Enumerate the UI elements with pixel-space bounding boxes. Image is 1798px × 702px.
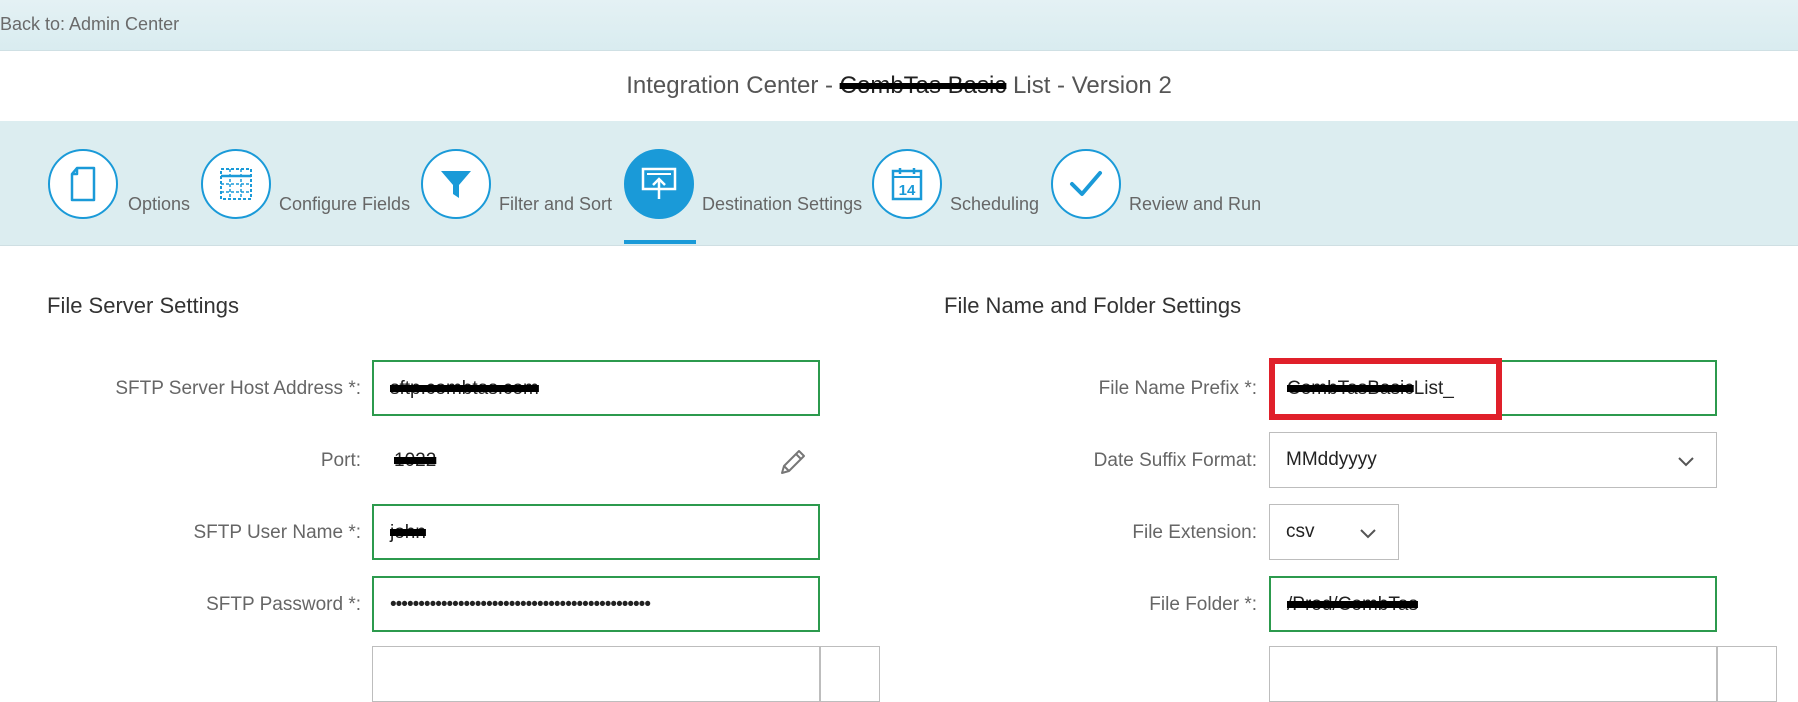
sftp-host-input[interactable]: sftp.combtas.com — [372, 360, 820, 416]
wizard-steps: Options Configure Fields Filter and Sort — [0, 121, 1798, 246]
port-value: 1022 — [394, 450, 437, 471]
upload-screen-icon — [641, 167, 677, 199]
file-folder-input[interactable]: /Prod/CombTas — [1269, 576, 1717, 632]
file-server-settings-title: File Server Settings — [47, 293, 239, 318]
sftp-user-value: john — [390, 522, 426, 543]
step-configure-fields[interactable]: Configure Fields — [201, 121, 411, 245]
file-folder-label: File Folder *: — [1149, 594, 1257, 615]
active-step-indicator — [624, 240, 696, 244]
date-suffix-format-select[interactable]: MMddyyyy — [1269, 432, 1717, 488]
step-scheduling-circle[interactable]: 14 — [872, 149, 942, 219]
date-suffix-format-label: Date Suffix Format: — [1093, 450, 1257, 471]
step-review-and-run-label: Review and Run — [1129, 194, 1262, 214]
step-destination-settings-label: Destination Settings — [702, 194, 863, 214]
sftp-password-label: SFTP Password *: — [206, 594, 361, 615]
next-field-input[interactable] — [372, 646, 820, 702]
step-options-circle[interactable] — [48, 149, 118, 219]
sftp-host-label: SFTP Server Host Address *: — [115, 378, 361, 399]
page-title-suffix: List - Version 2 — [1006, 72, 1172, 99]
sftp-user-label: SFTP User Name *: — [193, 522, 361, 543]
page-title-redacted: CombTas Basic — [839, 72, 1007, 99]
step-scheduling-label: Scheduling — [950, 194, 1040, 214]
port-label: Port: — [320, 450, 361, 471]
file-folder-value: /Prod/CombTas — [1287, 594, 1418, 615]
step-destination-settings[interactable]: Destination Settings — [624, 121, 864, 245]
next-field-button[interactable] — [820, 646, 880, 702]
calendar-icon: 14 — [891, 168, 923, 201]
file-extension-value: csv — [1286, 521, 1315, 542]
document-icon — [70, 166, 96, 202]
file-extension-select[interactable]: csv — [1269, 504, 1399, 560]
step-filter-and-sort[interactable]: Filter and Sort — [421, 121, 616, 245]
next-right-field-button[interactable] — [1717, 646, 1777, 702]
title-bar: Integration Center - CombTas Basic List … — [0, 51, 1798, 121]
step-review-and-run-circle[interactable] — [1051, 149, 1121, 219]
red-highlight-box — [1269, 358, 1502, 420]
grid-icon — [220, 168, 252, 200]
file-extension-label: File Extension: — [1132, 522, 1257, 543]
step-options[interactable]: Options — [48, 121, 198, 245]
step-options-label: Options — [128, 194, 191, 214]
chevron-down-icon[interactable] — [1358, 523, 1378, 543]
sftp-user-input[interactable]: john — [372, 504, 820, 560]
step-filter-and-sort-label: Filter and Sort — [499, 194, 613, 214]
page-title: Integration Center - CombTas Basic List … — [0, 72, 1798, 100]
date-suffix-format-value: MMddyyyy — [1286, 449, 1377, 470]
step-configure-fields-circle[interactable] — [201, 149, 271, 219]
file-name-prefix-label: File Name Prefix *: — [1098, 378, 1257, 399]
step-review-and-run[interactable]: Review and Run — [1051, 121, 1266, 245]
filter-icon — [441, 171, 471, 198]
sftp-password-value: ••••••••••••••••••••••••••••••••••••••••… — [390, 594, 651, 615]
port-field: 1022 — [372, 432, 820, 488]
sftp-host-value: sftp.combtas.com — [390, 378, 539, 399]
step-configure-fields-label: Configure Fields — [279, 194, 411, 214]
pencil-edit-icon[interactable] — [778, 447, 808, 477]
next-right-field-input[interactable] — [1269, 646, 1717, 702]
calendar-day-number: 14 — [899, 182, 916, 199]
top-navigation-bar: Back to: Admin Center — [0, 0, 1798, 51]
sftp-password-input[interactable]: ••••••••••••••••••••••••••••••••••••••••… — [372, 576, 820, 632]
page-title-prefix: Integration Center - — [626, 72, 840, 99]
checkmark-icon — [1070, 171, 1102, 196]
file-name-folder-settings-title: File Name and Folder Settings — [944, 293, 1242, 318]
step-scheduling[interactable]: 14 Scheduling — [872, 121, 1047, 245]
step-destination-settings-circle[interactable] — [624, 149, 694, 219]
chevron-down-icon[interactable] — [1676, 451, 1696, 471]
step-filter-and-sort-circle[interactable] — [421, 149, 491, 219]
back-to-admin-center-link[interactable]: Back to: Admin Center — [0, 14, 179, 35]
